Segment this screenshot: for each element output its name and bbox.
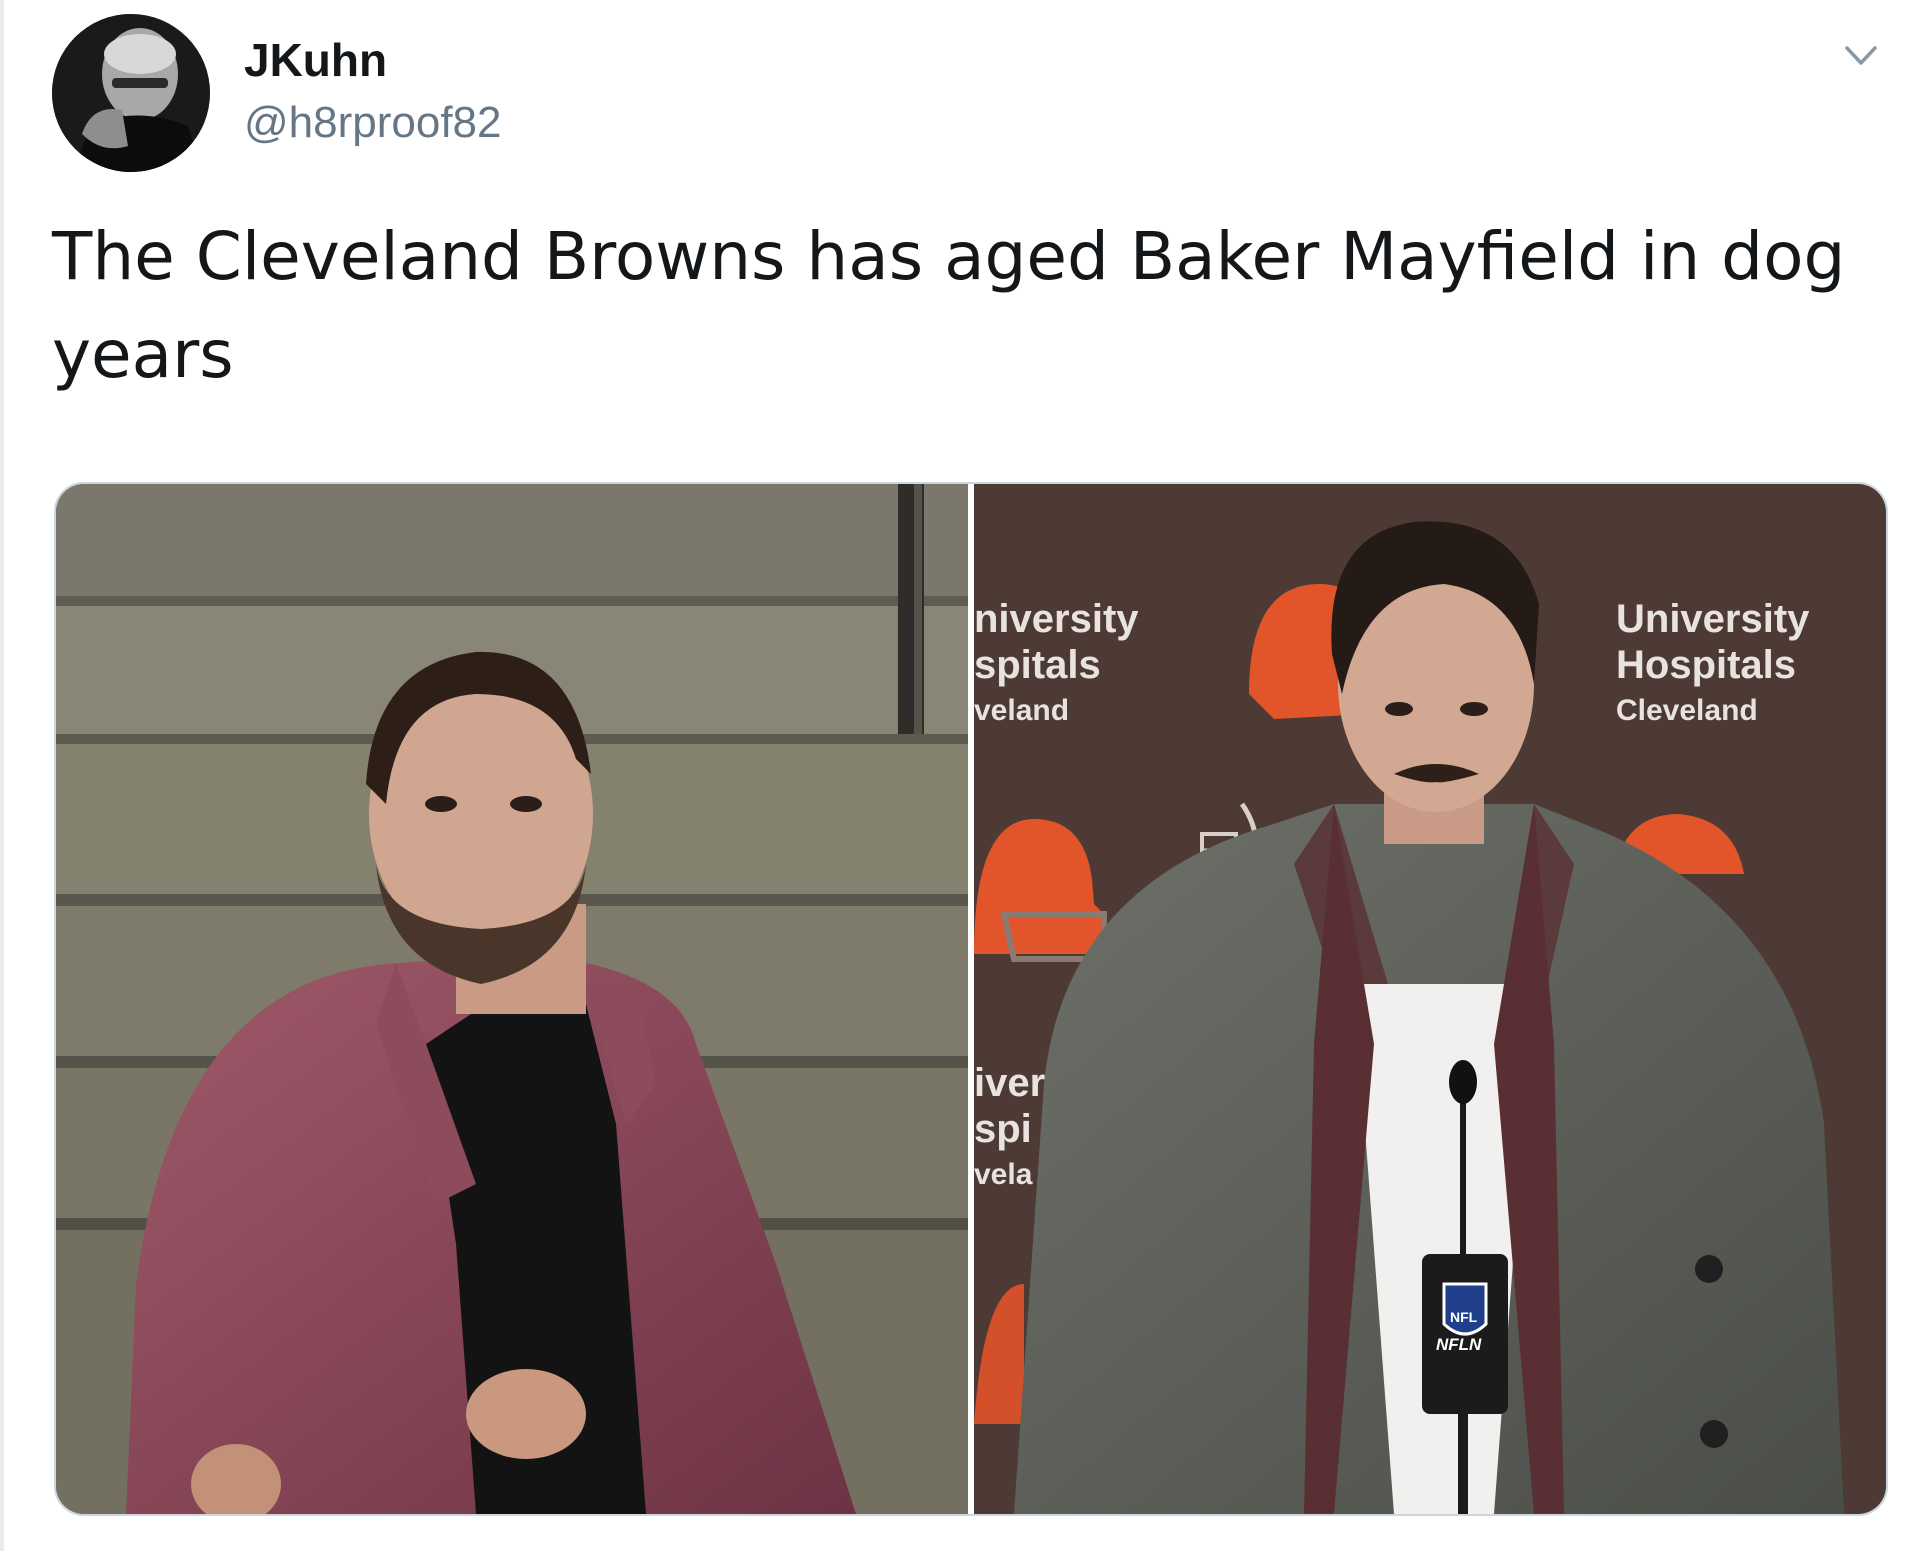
backdrop-text-1: niversity (974, 597, 1139, 641)
backdrop-text-5: Hospitals (1616, 643, 1796, 687)
media-photo-left[interactable] (56, 484, 968, 1514)
media-photo-right[interactable]: niversity spitals veland University Hosp… (974, 484, 1886, 1514)
author-handle[interactable]: @h8rproof82 (244, 98, 502, 148)
backdrop-text-6: Cleveland (1616, 694, 1758, 727)
backdrop-text-7: iver (974, 1061, 1045, 1105)
backdrop-text-8: spi (974, 1107, 1032, 1151)
mic-network-text: NFLN (1436, 1335, 1482, 1354)
tweet-card: JKuhn @h8rproof82 The Cleveland Browns h… (0, 0, 1920, 1551)
author-display-name[interactable]: JKuhn (244, 34, 387, 86)
mic-nfl-text: NFL (1450, 1309, 1478, 1325)
backdrop-text-3: veland (974, 694, 1069, 727)
tweet-media-grid[interactable]: niversity spitals veland University Hosp… (54, 482, 1888, 1516)
tweet-text: The Cleveland Browns has aged Baker Mayf… (52, 218, 1846, 393)
chevron-down-icon[interactable] (1842, 36, 1880, 74)
author-avatar[interactable] (52, 14, 210, 172)
backdrop-text-4: University (1616, 597, 1810, 641)
backdrop-text-9: vela (974, 1158, 1033, 1191)
backdrop-text-2: spitals (974, 643, 1101, 687)
